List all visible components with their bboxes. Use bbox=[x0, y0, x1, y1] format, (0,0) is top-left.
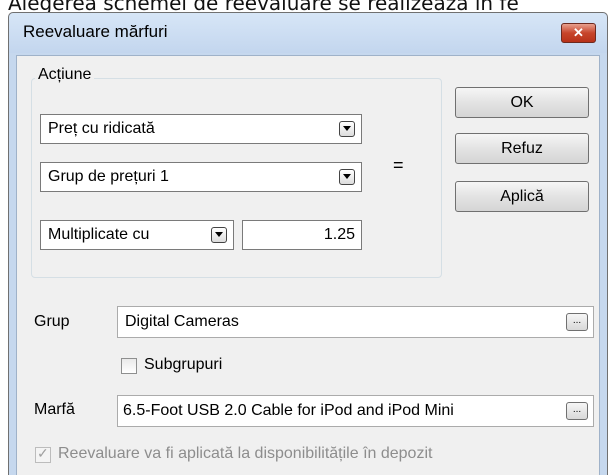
warehouse-option-label: Reevaluare va fi aplicată la disponibili… bbox=[58, 445, 433, 462]
goods-browse-button[interactable]: ... bbox=[566, 402, 588, 420]
operation-select[interactable]: Multiplicate cu bbox=[40, 220, 234, 250]
group-field[interactable]: Digital Cameras ... bbox=[117, 306, 594, 338]
goods-value: 6.5-Foot USB 2.0 Cable for iPod and iPod… bbox=[123, 402, 454, 419]
chevron-down-icon[interactable] bbox=[211, 227, 227, 243]
background-caption-text: Alegerea schemei de reevaluare se realiz… bbox=[8, 0, 519, 12]
equals-sign: = bbox=[393, 155, 404, 175]
group-value: Digital Cameras bbox=[125, 313, 239, 330]
cancel-button[interactable]: Refuz bbox=[455, 133, 589, 164]
chevron-down-icon[interactable] bbox=[339, 169, 355, 185]
factor-input[interactable]: 1.25 bbox=[242, 220, 362, 250]
subgroups-label: Subgrupuri bbox=[144, 356, 223, 373]
price-group-select[interactable]: Grup de prețuri 1 bbox=[40, 162, 362, 192]
operation-value: Multiplicate cu bbox=[48, 226, 150, 243]
price-type-value: Preț cu ridicată bbox=[48, 120, 155, 137]
action-groupbox-legend: Acțiune bbox=[35, 66, 95, 84]
warehouse-checkbox: ✓ bbox=[35, 445, 51, 463]
reevaluation-dialog: Reevaluare mărfuri ✕ Acțiune Preț cu rid… bbox=[8, 12, 608, 475]
group-label: Grup bbox=[34, 313, 70, 330]
apply-button[interactable]: Aplică bbox=[455, 181, 589, 212]
price-group-value: Grup de prețuri 1 bbox=[48, 168, 169, 185]
dialog-client-area: Acțiune Preț cu ridicată Grup de prețuri… bbox=[16, 55, 600, 475]
checkmark-icon: ✓ bbox=[37, 445, 49, 461]
goods-label: Marfă bbox=[34, 401, 75, 418]
goods-field[interactable]: 6.5-Foot USB 2.0 Cable for iPod and iPod… bbox=[117, 395, 594, 427]
background-caption: Alegerea schemei de reevaluare se realiz… bbox=[0, 0, 613, 12]
group-browse-button[interactable]: ... bbox=[566, 313, 588, 331]
price-type-select[interactable]: Preț cu ridicată bbox=[40, 114, 362, 144]
ok-button[interactable]: OK bbox=[455, 87, 589, 118]
title-bar: Reevaluare mărfuri ✕ bbox=[9, 13, 607, 53]
close-icon: ✕ bbox=[573, 25, 584, 40]
subgroups-checkbox[interactable] bbox=[121, 358, 137, 374]
close-button[interactable]: ✕ bbox=[561, 23, 596, 43]
chevron-down-icon[interactable] bbox=[339, 121, 355, 137]
dialog-title: Reevaluare mărfuri bbox=[23, 22, 168, 41]
